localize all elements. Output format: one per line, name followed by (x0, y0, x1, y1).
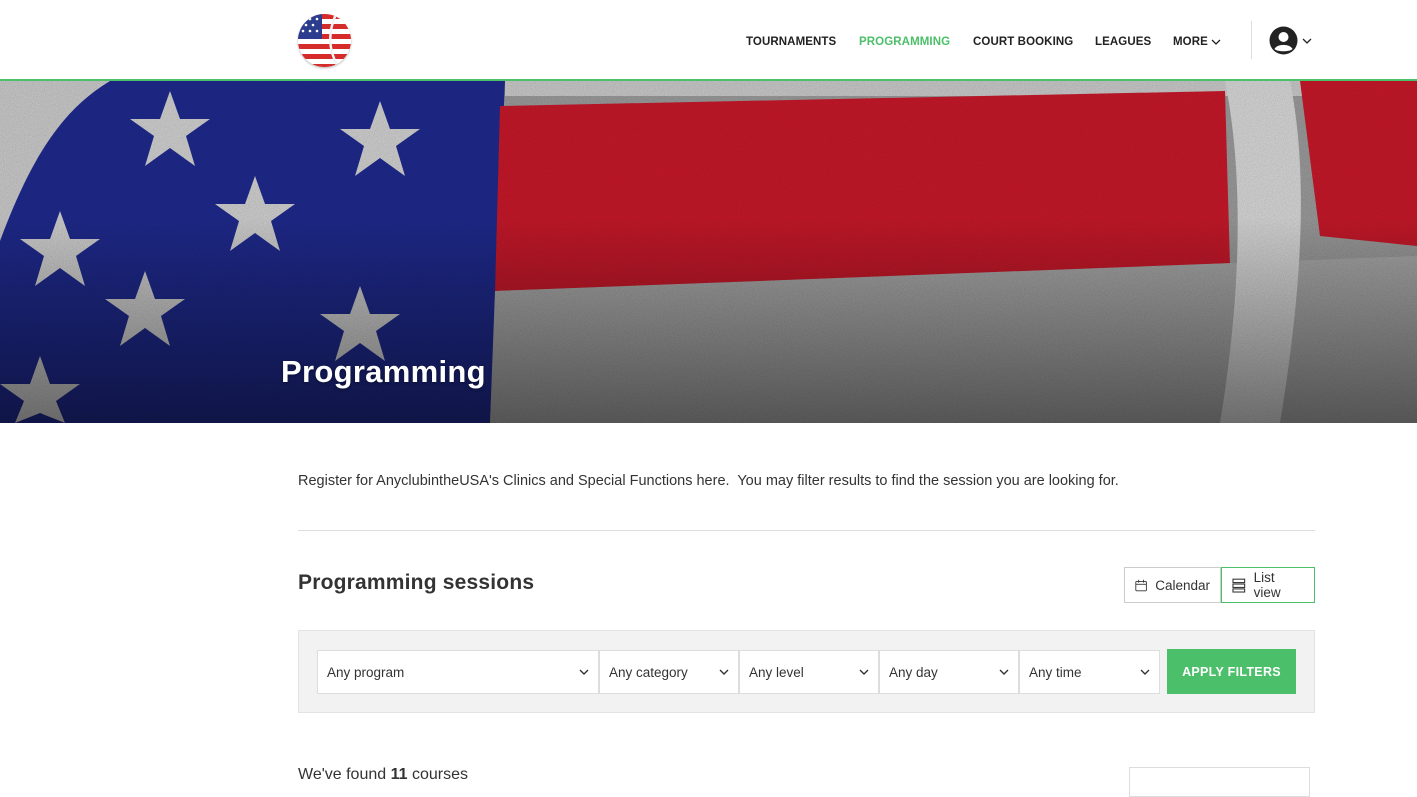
day-select[interactable]: Any day (879, 650, 1019, 694)
level-select-value: Any level (749, 664, 804, 680)
chevron-down-icon (859, 669, 869, 675)
nav-programming[interactable]: PROGRAMMING (859, 34, 950, 50)
user-circle-icon (1269, 26, 1298, 55)
results-prefix: We've found (298, 766, 387, 783)
calendar-view-button[interactable]: Calendar (1124, 567, 1221, 603)
nav-leagues[interactable]: LEAGUES (1095, 34, 1151, 50)
nav-more[interactable]: MORE (1173, 34, 1221, 50)
intro-text: Register for AnyclubintheUSA's Clinics a… (298, 473, 1119, 489)
list-view-button[interactable]: List view (1221, 567, 1315, 603)
nav-label: PROGRAMMING (859, 36, 951, 48)
chevron-down-icon (719, 669, 729, 675)
sessions-title: Programming sessions (298, 571, 535, 594)
category-select-value: Any category (609, 664, 688, 680)
flag-ball-logo-icon (298, 14, 351, 67)
hero-shade (0, 81, 1417, 423)
list-view-label: List view (1253, 570, 1281, 600)
program-select-value: Any program (327, 664, 405, 680)
day-select-value: Any day (889, 664, 938, 680)
nav-label: LEAGUES (1095, 36, 1152, 48)
nav-label: MORE (1173, 36, 1208, 48)
divider (298, 530, 1315, 531)
level-select[interactable]: Any level (739, 650, 879, 694)
nav-tournaments[interactable]: TOURNAMENTS (746, 34, 836, 50)
apply-filters-button[interactable]: APPLY FILTERS (1167, 649, 1296, 694)
results-count-text: We've found 11 courses (298, 766, 468, 784)
category-select[interactable]: Any category (599, 650, 739, 694)
chevron-down-icon (579, 669, 589, 675)
nav-label: TOURNAMENTS (746, 36, 837, 48)
nav-court-booking[interactable]: COURT BOOKING (973, 34, 1073, 50)
list-icon (1232, 578, 1246, 593)
program-select[interactable]: Any program (317, 650, 599, 694)
nav-divider (1251, 21, 1252, 59)
nav-label: COURT BOOKING (973, 36, 1074, 48)
chevron-down-icon (1302, 38, 1312, 44)
view-toggle: Calendar List view (1124, 567, 1315, 603)
page-title: Programming (281, 354, 486, 389)
chevron-down-icon (999, 669, 1009, 675)
hero-banner (0, 81, 1417, 423)
sort-select[interactable] (1129, 767, 1310, 797)
site-header: TOURNAMENTS PROGRAMMING COURT BOOKING LE… (0, 0, 1417, 81)
club-logo[interactable] (298, 14, 351, 67)
calendar-icon (1135, 579, 1147, 591)
time-select[interactable]: Any time (1019, 650, 1160, 694)
account-menu[interactable] (1269, 26, 1312, 55)
calendar-view-label: Calendar (1155, 577, 1210, 593)
results-count: 11 (390, 766, 408, 783)
time-select-value: Any time (1029, 664, 1082, 680)
results-suffix: courses (411, 766, 469, 783)
chevron-down-icon (1140, 669, 1150, 675)
chevron-down-icon (1211, 39, 1221, 45)
filter-bar: Any program Any category Any level Any d… (298, 630, 1315, 713)
